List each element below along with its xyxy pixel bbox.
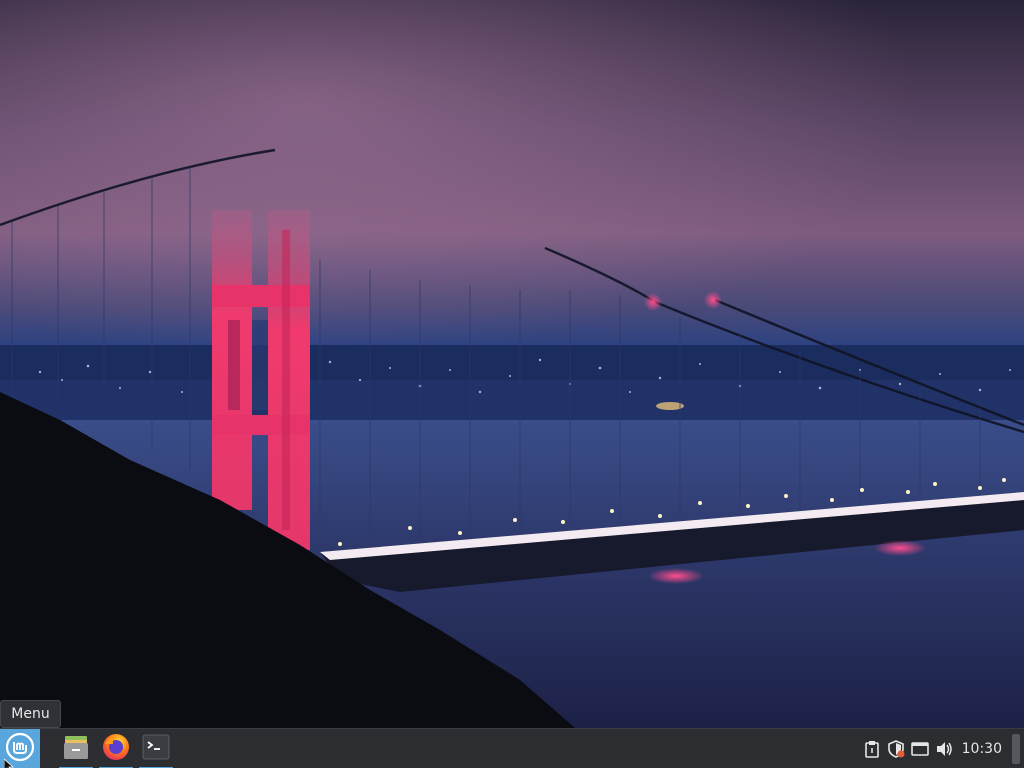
wallpaper-image (0, 0, 1024, 728)
system-tray: 10:30 (860, 729, 1024, 768)
terminal-launcher[interactable] (137, 729, 175, 768)
menu-tooltip: Menu (0, 700, 61, 728)
clipboard-icon[interactable] (860, 729, 884, 768)
file-manager-icon (62, 733, 90, 765)
clock[interactable]: 10:30 (956, 729, 1012, 768)
files-launcher[interactable] (57, 729, 95, 768)
taskbar: 10:30 (0, 728, 1024, 768)
mouse-pointer-icon (3, 756, 15, 768)
network-icon[interactable] (908, 729, 932, 768)
volume-icon[interactable] (932, 729, 956, 768)
show-desktop-button[interactable] (1012, 734, 1020, 764)
update-shield-icon[interactable] (884, 729, 908, 768)
firefox-icon (101, 732, 131, 766)
firefox-launcher[interactable] (97, 729, 135, 768)
terminal-icon (142, 734, 170, 764)
desktop[interactable] (0, 0, 1024, 728)
